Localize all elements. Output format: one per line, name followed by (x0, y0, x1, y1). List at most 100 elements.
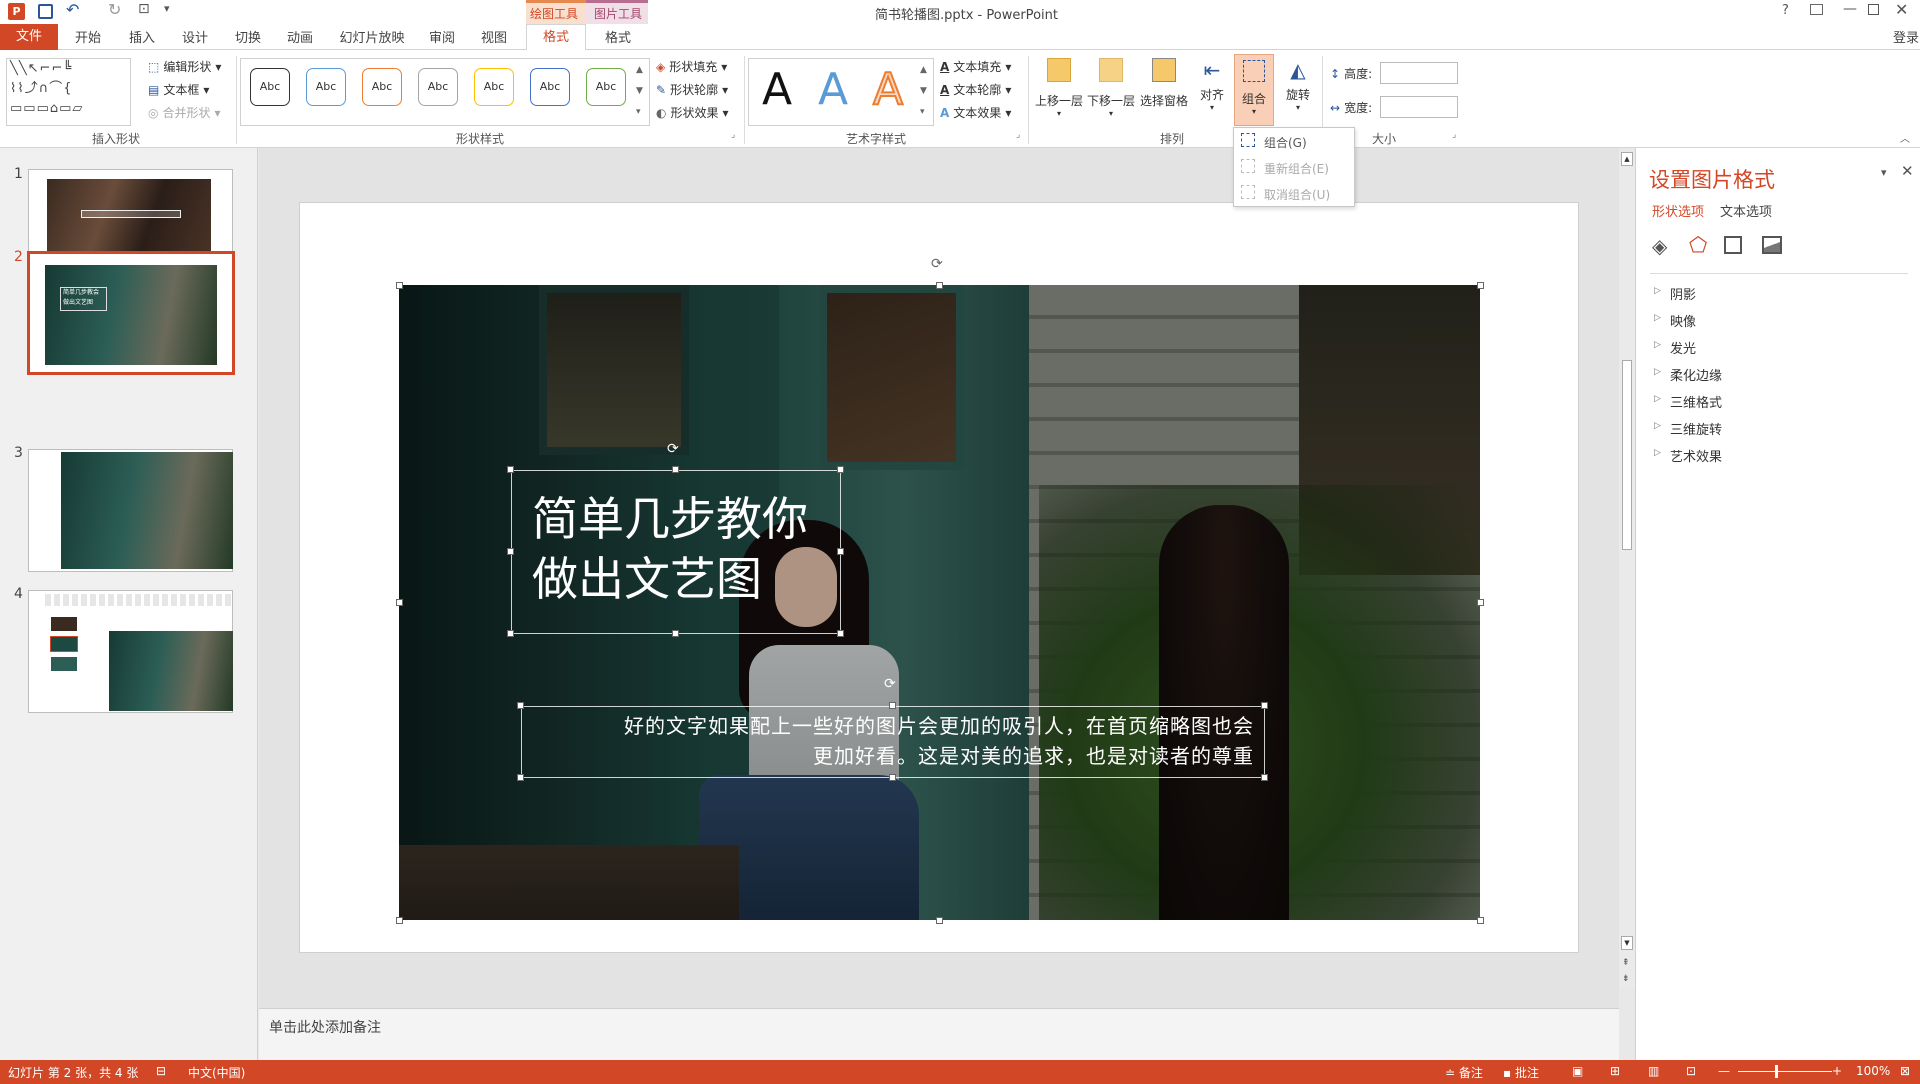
resize-handle[interactable] (837, 630, 844, 637)
align-button[interactable]: ⇤ 对齐 ▾ (1192, 54, 1232, 126)
tab-insert[interactable]: 插入 (120, 28, 164, 50)
dialog-launcher-icon[interactable]: ⌟ (1452, 130, 1456, 140)
zoom-out-icon[interactable]: — (1718, 1064, 1730, 1078)
editor-scrollbar[interactable]: ▲ ▼ ⇞ ⇟ (1619, 152, 1635, 988)
menu-item-group[interactable]: 组合(G) (1264, 134, 1307, 151)
ribbon-display-options-icon[interactable] (1810, 4, 1823, 15)
help-button[interactable]: ? (1782, 3, 1789, 18)
tab-home[interactable]: 开始 (66, 28, 110, 50)
dialog-launcher-icon[interactable]: ⌟ (731, 130, 735, 140)
resize-handle[interactable] (396, 917, 403, 924)
height-input[interactable] (1380, 62, 1458, 84)
tab-shape-options[interactable]: 形状选项 (1652, 201, 1704, 220)
resize-handle[interactable] (396, 282, 403, 289)
group-button[interactable]: 组合 ▾ (1234, 54, 1274, 126)
resize-handle[interactable] (517, 702, 524, 709)
wordart-orange[interactable]: A (872, 60, 904, 120)
resize-handle[interactable] (507, 548, 514, 555)
comments-toggle[interactable]: ▪ 批注 (1503, 1064, 1539, 1081)
rotate-handle-icon[interactable]: ⟳ (884, 676, 896, 692)
style-preset-7[interactable]: Abc (586, 68, 626, 106)
style-preset-6[interactable]: Abc (530, 68, 570, 106)
zoom-level[interactable]: 100% (1856, 1064, 1890, 1078)
resize-handle[interactable] (936, 917, 943, 924)
size-properties-icon[interactable] (1724, 236, 1742, 254)
tab-transitions[interactable]: 切换 (226, 28, 270, 50)
wordart-blue[interactable]: A (818, 60, 848, 120)
scroll-thumb[interactable] (1622, 360, 1632, 550)
section-reflection[interactable]: 映像 (1654, 311, 1696, 330)
selection-pane-button[interactable]: 选择窗格 (1138, 54, 1190, 126)
slide-thumbnail-2[interactable]: 简单几步教会 做出文艺图 (27, 251, 235, 375)
resize-handle[interactable] (936, 282, 943, 289)
slide-thumbnail-3[interactable] (28, 449, 233, 572)
rotate-handle-icon[interactable]: ⟳ (931, 256, 943, 272)
resize-handle[interactable] (507, 466, 514, 473)
style-preset-1[interactable]: Abc (250, 68, 290, 106)
bring-forward-button[interactable]: 上移一层 ▾ (1034, 54, 1084, 126)
notes-pane[interactable]: 单击此处添加备注 (259, 1008, 1619, 1060)
zoom-slider[interactable] (1738, 1071, 1832, 1072)
tab-design[interactable]: 设计 (173, 28, 217, 50)
style-preset-2[interactable]: Abc (306, 68, 346, 106)
resize-handle[interactable] (672, 466, 679, 473)
edit-shape-button[interactable]: ⬚ 编辑形状 ▾ (148, 58, 221, 75)
text-outline-button[interactable]: A 文本轮廓 ▾ (940, 81, 1011, 98)
collapse-ribbon-icon[interactable]: ︿ (1900, 130, 1910, 145)
rotate-handle-icon[interactable]: ⟳ (667, 441, 679, 457)
shape-fill-button[interactable]: ◈ 形状填充 ▾ (656, 58, 727, 75)
slide-title-box[interactable]: 简单几步教你 做出文艺图 (511, 470, 841, 634)
resize-handle[interactable] (1477, 917, 1484, 924)
undo-icon[interactable]: ↶ (66, 0, 79, 19)
spell-check-icon[interactable]: ⊟ (156, 1064, 166, 1078)
customize-qat-icon[interactable]: ▾ (164, 2, 170, 15)
resize-handle[interactable] (837, 466, 844, 473)
section-artistic-effects[interactable]: 艺术效果 (1654, 446, 1722, 465)
section-3d-format[interactable]: 三维格式 (1654, 392, 1722, 411)
resize-handle[interactable] (1261, 702, 1268, 709)
wordart-scroll-icon[interactable]: ▲ ▼ ▾ (920, 60, 927, 123)
gallery-scroll-icon[interactable]: ▲ ▼ ▾ (636, 60, 643, 123)
tab-picture-format[interactable]: 格式 (588, 28, 648, 50)
start-slideshow-icon[interactable]: ⊡ (138, 1, 150, 17)
resize-handle[interactable] (837, 548, 844, 555)
section-shadow[interactable]: 阴影 (1654, 284, 1696, 303)
redo-icon[interactable]: ↻ (108, 0, 121, 19)
minimize-button[interactable]: — (1843, 1, 1857, 17)
reading-view-icon[interactable]: ▥ (1648, 1064, 1659, 1078)
shape-effects-button[interactable]: ◐ 形状效果 ▾ (656, 104, 729, 121)
resize-handle[interactable] (672, 630, 679, 637)
fit-to-window-icon[interactable]: ⊠ (1900, 1064, 1910, 1078)
resize-handle[interactable] (1477, 282, 1484, 289)
language-indicator[interactable]: 中文(中国) (188, 1064, 245, 1081)
style-preset-3[interactable]: Abc (362, 68, 402, 106)
tab-text-options[interactable]: 文本选项 (1720, 201, 1772, 220)
pane-close-icon[interactable]: ✕ (1901, 162, 1914, 180)
login-link[interactable]: 登录 (1893, 27, 1919, 46)
tab-animations[interactable]: 动画 (278, 28, 322, 50)
style-preset-5[interactable]: Abc (474, 68, 514, 106)
zoom-in-icon[interactable]: + (1832, 1064, 1842, 1078)
tab-drawing-format[interactable]: 格式 (526, 24, 586, 51)
section-soft-edges[interactable]: 柔化边缘 (1654, 365, 1722, 384)
wordart-black[interactable]: A (762, 60, 792, 120)
notes-toggle[interactable]: ≐ 备注 (1445, 1064, 1483, 1081)
slide-sorter-icon[interactable]: ⊞ (1610, 1064, 1620, 1078)
scroll-down-icon[interactable]: ▼ (1621, 936, 1633, 950)
next-slide-icon[interactable]: ⇟ (1622, 974, 1630, 984)
resize-handle[interactable] (889, 702, 896, 709)
slide-body-box[interactable]: 好的文字如果配上一些好的图片会更加的吸引人，在首页缩略图也会 更加好看。这是对美… (521, 706, 1265, 778)
save-icon[interactable] (38, 4, 53, 19)
tab-slideshow[interactable]: 幻灯片放映 (333, 28, 411, 50)
picture-icon[interactable] (1762, 236, 1782, 254)
resize-handle[interactable] (517, 774, 524, 781)
resize-handle[interactable] (1477, 599, 1484, 606)
resize-handle[interactable] (1261, 774, 1268, 781)
resize-handle[interactable] (507, 630, 514, 637)
normal-view-icon[interactable]: ▣ (1572, 1064, 1583, 1078)
shape-outline-button[interactable]: ✎ 形状轮廓 ▾ (656, 81, 728, 98)
send-backward-button[interactable]: 下移一层 ▾ (1086, 54, 1136, 126)
slide-thumbnail-4[interactable] (28, 590, 233, 713)
resize-handle[interactable] (889, 774, 896, 781)
style-preset-4[interactable]: Abc (418, 68, 458, 106)
